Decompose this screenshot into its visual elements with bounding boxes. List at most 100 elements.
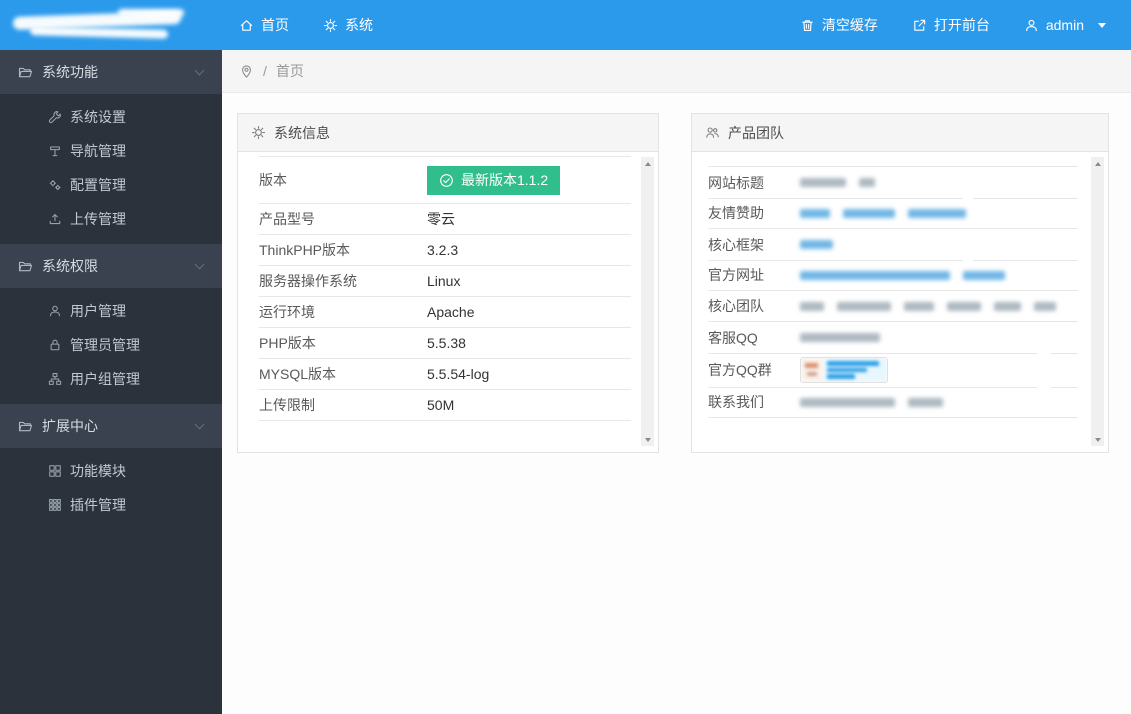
redacted-link[interactable]	[800, 270, 950, 280]
sidebar-item[interactable]: 插件管理	[0, 488, 222, 522]
row-label: 核心框架	[708, 236, 764, 253]
scroll-up-arrow[interactable]	[1091, 157, 1104, 170]
redacted-text	[800, 178, 846, 187]
redacted-text	[994, 301, 1021, 311]
censored-logo-scribble	[29, 26, 169, 39]
redacted-link[interactable]	[843, 208, 895, 218]
table-row: 产品型号 零云	[259, 204, 631, 235]
row-label: 官方网址	[708, 267, 764, 283]
admin-menu[interactable]: admin	[1007, 0, 1123, 50]
folder-icon	[18, 419, 33, 434]
redacted-link[interactable]	[963, 270, 1005, 280]
nav-system[interactable]: 系统	[306, 0, 390, 50]
row-label: 服务器操作系统	[259, 273, 357, 289]
row-label: 友情赞助	[708, 205, 764, 221]
sidebar-section-2[interactable]: 扩展中心	[0, 404, 222, 448]
redacted-text	[823, 358, 887, 382]
trash-icon	[800, 18, 815, 33]
sidebar-item[interactable]: 功能模块	[0, 454, 222, 488]
table-row: 核心框架	[708, 229, 1078, 261]
sidebar-item-label: 管理员管理	[70, 337, 140, 353]
product-team-panel-header: 产品团队	[692, 114, 1108, 152]
system-info-panel-body: 版本 最新版本1.1.2 产品型号 零云 ThinkPHP版本 3.2.3 服务器操作系统 L…	[238, 152, 658, 452]
scroll-down-arrow[interactable]	[1091, 433, 1104, 446]
sidebar-item-label: 用户管理	[70, 303, 126, 319]
lock-icon	[48, 338, 62, 352]
row-value: 最新版本1.1.2	[427, 165, 631, 195]
chevron-down-icon	[194, 259, 205, 270]
sidebar-item-label: 上传管理	[70, 211, 126, 227]
product-team-panel: 产品团队 网站标题 友情赞助 核心框架 官方网址 核心团队 客服QQ 官方QQ群 联系我们	[691, 113, 1109, 453]
sidebar-item[interactable]: 配置管理	[0, 168, 222, 202]
sidebar-section-0[interactable]: 系统功能	[0, 50, 222, 94]
redacted-link[interactable]	[908, 208, 966, 218]
sidebar-item[interactable]: 上传管理	[0, 202, 222, 236]
sidebar-item[interactable]: 导航管理	[0, 134, 222, 168]
signpost-icon	[48, 144, 62, 158]
version-badge: 最新版本1.1.2	[427, 165, 561, 195]
breadcrumb: / 首页	[222, 50, 1131, 93]
app-logo[interactable]	[0, 0, 222, 50]
breadcrumb-current[interactable]: 首页	[276, 61, 304, 81]
topbar: 首页 系统 清空缓存 打开前台 admin	[0, 0, 1131, 50]
sidebar-section-label: 系统功能	[42, 64, 98, 80]
table-row: 运行环境 Apache	[259, 297, 631, 328]
sidebar-item[interactable]: 系统设置	[0, 100, 222, 134]
sidebar-item-label: 插件管理	[70, 497, 126, 513]
sidebar-item[interactable]: 用户组管理	[0, 362, 222, 396]
table-row: ThinkPHP版本 3.2.3	[259, 235, 631, 266]
table-row: 网站标题	[708, 167, 1078, 199]
row-value	[800, 301, 1078, 311]
module-icon	[48, 464, 62, 478]
table-row: 联系我们	[708, 387, 1078, 418]
sidebar-section-1[interactable]: 系统权限	[0, 244, 222, 288]
folder-icon	[18, 259, 33, 274]
row-label: MYSQL版本	[259, 366, 337, 382]
content: 系统信息 版本 最新版本1.1.2 产品型号 零云 ThinkPHP版本 3.2.3 服务器…	[222, 93, 1131, 713]
row-label: 核心团队	[708, 298, 764, 314]
upload-icon	[48, 212, 62, 226]
check-circle-icon	[439, 173, 454, 188]
table-row: 服务器操作系统 Linux	[259, 266, 631, 297]
sidebar-item[interactable]: 管理员管理	[0, 328, 222, 362]
sidebar-item-label: 配置管理	[70, 177, 126, 193]
row-value: Apache	[427, 304, 475, 320]
row-label: 客服QQ	[708, 329, 758, 346]
row-value	[800, 208, 1078, 218]
system-info-table: 版本 最新版本1.1.2 产品型号 零云 ThinkPHP版本 3.2.3 服务器操作系统 L…	[259, 156, 631, 421]
scrollbar[interactable]	[641, 157, 654, 446]
sidebar-item[interactable]: 用户管理	[0, 294, 222, 328]
scroll-down-arrow[interactable]	[641, 433, 654, 446]
clear-cache-label: 清空缓存	[821, 17, 878, 33]
scrollbar[interactable]	[1091, 157, 1104, 446]
qq-group-badge[interactable]	[800, 357, 888, 383]
nav-system-label: 系统	[345, 17, 373, 33]
clear-cache-button[interactable]: 清空缓存	[783, 0, 895, 50]
sidebar-section-label: 扩展中心	[42, 418, 98, 434]
chevron-down-icon	[194, 65, 205, 76]
redacted-link[interactable]	[800, 240, 833, 249]
scroll-up-arrow[interactable]	[641, 157, 654, 170]
user-icon	[1024, 18, 1039, 33]
gear-icon	[251, 125, 266, 140]
redacted-text	[837, 301, 891, 311]
redacted-text	[800, 301, 824, 311]
row-value	[800, 178, 1078, 187]
row-value: 3.2.3	[427, 242, 459, 258]
row-value: 5.5.54-log	[427, 366, 490, 382]
redacted-text	[859, 178, 875, 187]
row-value: Linux	[427, 273, 461, 289]
plugin-icon	[48, 498, 62, 512]
open-frontend-button[interactable]: 打开前台	[895, 0, 1007, 50]
table-row: 版本 最新版本1.1.2	[259, 157, 631, 204]
row-label: 上传限制	[259, 397, 315, 413]
team-icon	[705, 125, 720, 140]
system-info-panel-title: 系统信息	[274, 124, 330, 141]
user-icon	[48, 304, 62, 318]
external-link-icon	[912, 18, 927, 33]
nav-home[interactable]: 首页	[222, 0, 306, 50]
redacted-link[interactable]	[800, 208, 830, 218]
row-value	[800, 333, 1078, 342]
location-pin-icon	[239, 64, 254, 79]
top-nav-right: 清空缓存 打开前台 admin	[783, 0, 1131, 50]
